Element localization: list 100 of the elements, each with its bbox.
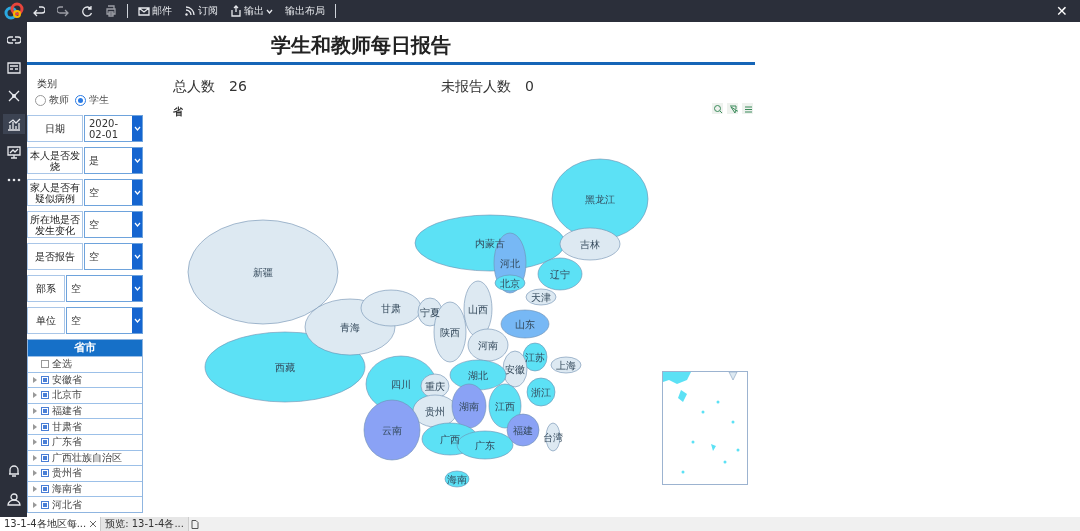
export-icon — [230, 5, 242, 17]
tree-item[interactable]: 甘肃省 — [28, 418, 142, 434]
tab[interactable]: 13-1-4各地区每... — [0, 517, 102, 531]
province-label: 湖南 — [459, 401, 479, 412]
toolbar-button[interactable]: 订阅 — [182, 2, 220, 20]
tree-item[interactable]: 贵州省 — [28, 465, 142, 481]
province-label: 山东 — [515, 319, 535, 330]
filter-label: 家人是否有疑似病例 — [27, 179, 83, 206]
province-label: 甘肃 — [381, 303, 401, 314]
province-shape[interactable] — [525, 288, 557, 306]
province-label: 浙江 — [531, 387, 551, 398]
province-label: 吉林 — [580, 239, 600, 250]
chart-icon[interactable] — [2, 114, 25, 134]
tree-item[interactable]: 广西壮族自治区 — [28, 449, 142, 466]
province-shape[interactable] — [451, 383, 487, 429]
province-shape[interactable] — [559, 227, 621, 261]
filter-label: 日期 — [27, 115, 83, 142]
caret-icon — [133, 158, 141, 163]
province-label: 陕西 — [440, 327, 460, 338]
caret-icon — [133, 126, 141, 131]
province-label: 台湾 — [543, 432, 563, 443]
expand-arrow-icon — [33, 486, 37, 493]
province-shape[interactable] — [545, 422, 561, 452]
stat-value: 0 — [525, 78, 534, 96]
province-label: 贵州 — [425, 406, 445, 417]
export-menu-button[interactable]: 输出 — [228, 2, 275, 20]
dropdown-field[interactable]: 空 — [84, 211, 143, 238]
rss-icon — [184, 5, 196, 17]
caret-icon — [133, 254, 141, 259]
province-label: 福建 — [513, 425, 533, 436]
dropdown-field[interactable]: 空 — [84, 243, 143, 270]
tree-item[interactable]: 广东省 — [28, 433, 142, 450]
stat-label: 未报告人数 — [441, 78, 511, 96]
filter-label: 所在地是否发生变化 — [27, 211, 83, 238]
province-shape[interactable] — [506, 413, 540, 447]
tree-item[interactable]: 河北省 — [28, 496, 142, 512]
expand-arrow-icon — [33, 423, 37, 430]
tree-item[interactable]: 福建省 — [28, 402, 142, 419]
caret-icon — [133, 286, 141, 291]
province-label: 青海 — [340, 322, 360, 333]
caret-icon — [133, 222, 141, 227]
filter-label: 本人是否发烧 — [27, 147, 83, 174]
province-label: 辽宁 — [550, 269, 570, 280]
radio-option[interactable]: 学生 — [75, 93, 109, 107]
list-icon[interactable] — [742, 103, 753, 114]
province-shape[interactable] — [500, 309, 550, 339]
province-shape[interactable] — [444, 470, 470, 488]
toolbar-button[interactable]: 邮件 — [136, 2, 174, 20]
province-label: 广东 — [475, 440, 495, 451]
filter-label: 单位 — [27, 307, 65, 334]
filter-label: 是否报告 — [27, 243, 83, 270]
province-shape[interactable] — [467, 328, 509, 362]
province-label: 宁夏 — [420, 307, 440, 318]
province-label: 湖北 — [468, 370, 488, 381]
province-label: 四川 — [391, 379, 411, 390]
cursor-icon[interactable] — [727, 103, 738, 114]
province-shape[interactable] — [363, 399, 421, 461]
dropdown-field[interactable]: 2020-02-01 — [84, 115, 143, 142]
province-label: 江西 — [495, 401, 515, 412]
province-shape[interactable] — [494, 274, 526, 292]
toolbar-button[interactable]: 输出布局 — [283, 2, 327, 20]
province-label: 广西 — [440, 434, 460, 445]
province-shape[interactable] — [550, 356, 582, 374]
province-shape[interactable] — [526, 377, 556, 407]
dropdown-field[interactable]: 空 — [66, 307, 143, 334]
expand-arrow-icon — [33, 454, 37, 461]
printer-icon[interactable] — [103, 2, 119, 20]
close-icon[interactable] — [90, 519, 97, 529]
province-label: 河南 — [478, 340, 498, 351]
province-label: 北京 — [500, 278, 520, 289]
expand-arrow-icon — [33, 439, 37, 446]
tree-item[interactable]: 安徽省 — [28, 371, 142, 388]
province-label: 海南 — [447, 474, 467, 485]
dropdown-field[interactable]: 空 — [66, 275, 143, 302]
province-label: 安徽 — [505, 364, 525, 375]
caret-icon — [133, 318, 141, 323]
tree-item[interactable]: 海南省 — [28, 480, 142, 497]
expand-arrow-icon — [33, 376, 37, 383]
tree-item[interactable]: 全选 — [28, 356, 142, 372]
tab[interactable]: 预览: 13-1-4各... — [101, 517, 189, 531]
tree-item[interactable]: 北京市 — [28, 387, 142, 403]
dropdown-field[interactable]: 空 — [84, 179, 143, 206]
tree-header: 省市 — [28, 340, 142, 356]
zoom-icon[interactable] — [712, 103, 723, 114]
radio-option[interactable]: 教师 — [35, 93, 69, 107]
province-label: 黑龙江 — [585, 194, 615, 205]
province-shape[interactable] — [360, 289, 422, 327]
province-label: 云南 — [382, 425, 402, 436]
filter-label: 部系 — [27, 275, 65, 302]
province-label: 山西 — [468, 304, 488, 315]
close-button[interactable]: ✕ — [1052, 3, 1072, 19]
province-label: 天津 — [531, 292, 551, 303]
expand-arrow-icon — [33, 408, 37, 415]
province-label: 河北 — [500, 258, 520, 269]
stat-value: 26 — [229, 78, 247, 96]
expand-arrow-icon — [33, 392, 37, 399]
expand-arrow-icon — [33, 501, 37, 508]
dropdown-field[interactable]: 是 — [84, 147, 143, 174]
map-title: 省 — [173, 105, 183, 119]
province-shape[interactable] — [537, 257, 583, 291]
